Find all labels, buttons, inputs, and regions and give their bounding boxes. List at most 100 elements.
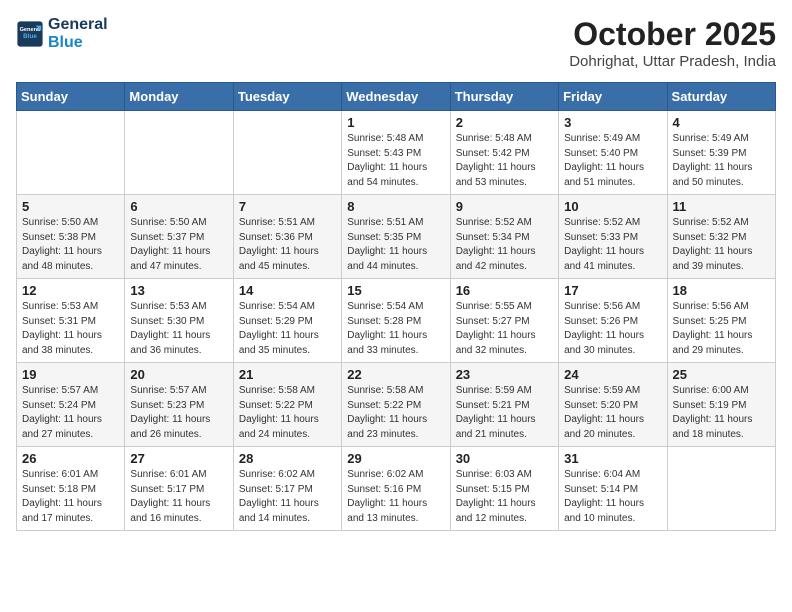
- day-info: Sunrise: 5:57 AM Sunset: 5:23 PM Dayligh…: [130, 384, 227, 442]
- calendar-week-4: 19 Sunrise: 5:57 AM Sunset: 5:24 PM Dayli…: [17, 363, 776, 447]
- calendar-cell: 16Sunrise: 5:55 AM Sunset: 5:27 PM Dayli…: [450, 279, 558, 363]
- weekday-header-friday: Friday: [559, 83, 667, 111]
- calendar-cell: 7Sunrise: 5:51 AM Sunset: 5:36 PM Daylig…: [233, 195, 341, 279]
- day-info: Sunrise: 5:52 AM Sunset: 5:34 PM Dayligh…: [456, 216, 553, 274]
- day-number: 1: [347, 115, 444, 130]
- calendar-cell: 14 Sunrise: 5:54 AM Sunset: 5:29 PM Dayli…: [233, 279, 341, 363]
- day-number: 16: [456, 283, 553, 298]
- day-number: 23: [456, 367, 553, 382]
- calendar-cell: 24Sunrise: 5:59 AM Sunset: 5:20 PM Dayli…: [559, 363, 667, 447]
- calendar-table: SundayMondayTuesdayWednesdayThursdayFrid…: [16, 82, 776, 531]
- day-info: Sunrise: 5:53 AM Sunset: 5:31 PM Dayligh…: [22, 300, 119, 358]
- day-number: 14: [239, 283, 336, 298]
- day-number: 19: [22, 367, 119, 382]
- day-number: 30: [456, 451, 553, 466]
- day-info: Sunrise: 5:58 AM Sunset: 5:22 PM Dayligh…: [347, 384, 444, 442]
- day-info: Sunrise: 5:48 AM Sunset: 5:42 PM Dayligh…: [456, 132, 553, 190]
- weekday-header-monday: Monday: [125, 83, 233, 111]
- weekday-header-tuesday: Tuesday: [233, 83, 341, 111]
- day-number: 11: [673, 199, 770, 214]
- day-info: Sunrise: 5:58 AM Sunset: 5:22 PM Dayligh…: [239, 384, 336, 442]
- calendar-cell: 18 Sunrise: 5:56 AM Sunset: 5:25 PM Dayli…: [667, 279, 775, 363]
- day-info: Sunrise: 6:03 AM Sunset: 5:15 PM Dayligh…: [456, 468, 553, 526]
- calendar-cell: 6 Sunrise: 5:50 AM Sunset: 5:37 PM Daylig…: [125, 195, 233, 279]
- day-info: Sunrise: 5:56 AM Sunset: 5:25 PM Dayligh…: [673, 300, 770, 358]
- day-info: Sunrise: 5:49 AM Sunset: 5:40 PM Dayligh…: [564, 132, 661, 190]
- calendar-cell: 17 Sunrise: 5:56 AM Sunset: 5:26 PM Dayli…: [559, 279, 667, 363]
- location-subtitle: Dohrighat, Uttar Pradesh, India: [569, 53, 776, 70]
- day-number: 15: [347, 283, 444, 298]
- logo-text-line2: Blue: [48, 34, 108, 52]
- calendar-cell: 23 Sunrise: 5:59 AM Sunset: 5:21 PM Dayli…: [450, 363, 558, 447]
- calendar-cell: 5Sunrise: 5:50 AM Sunset: 5:38 PM Daylig…: [17, 195, 125, 279]
- calendar-cell: 10Sunrise: 5:52 AM Sunset: 5:33 PM Dayli…: [559, 195, 667, 279]
- day-info: Sunrise: 5:52 AM Sunset: 5:33 PM Dayligh…: [564, 216, 661, 274]
- day-info: Sunrise: 6:02 AM Sunset: 5:17 PM Dayligh…: [239, 468, 336, 526]
- day-info: Sunrise: 6:00 AM Sunset: 5:19 PM Dayligh…: [673, 384, 770, 442]
- calendar-cell: [125, 111, 233, 195]
- weekday-header-thursday: Thursday: [450, 83, 558, 111]
- day-number: 17: [564, 283, 661, 298]
- day-info: Sunrise: 5:50 AM Sunset: 5:37 PM Dayligh…: [130, 216, 227, 274]
- day-number: 24: [564, 367, 661, 382]
- day-info: Sunrise: 6:02 AM Sunset: 5:16 PM Dayligh…: [347, 468, 444, 526]
- day-number: 22: [347, 367, 444, 382]
- day-number: 13: [130, 283, 227, 298]
- calendar-cell: 19 Sunrise: 5:57 AM Sunset: 5:24 PM Dayli…: [17, 363, 125, 447]
- svg-text:General: General: [20, 27, 41, 33]
- weekday-header-saturday: Saturday: [667, 83, 775, 111]
- calendar-week-2: 5Sunrise: 5:50 AM Sunset: 5:38 PM Daylig…: [17, 195, 776, 279]
- calendar-cell: [233, 111, 341, 195]
- calendar-cell: 29 Sunrise: 6:02 AM Sunset: 5:16 PM Dayli…: [342, 447, 450, 531]
- logo-text-line1: General: [48, 16, 108, 34]
- calendar-cell: [667, 447, 775, 531]
- calendar-cell: 20 Sunrise: 5:57 AM Sunset: 5:23 PM Dayli…: [125, 363, 233, 447]
- calendar-cell: 1 Sunrise: 5:48 AM Sunset: 5:43 PM Daylig…: [342, 111, 450, 195]
- calendar-cell: 8Sunrise: 5:51 AM Sunset: 5:35 PM Daylig…: [342, 195, 450, 279]
- svg-text:Blue: Blue: [23, 33, 37, 40]
- month-title: October 2025: [569, 16, 776, 53]
- day-info: Sunrise: 5:52 AM Sunset: 5:32 PM Dayligh…: [673, 216, 770, 274]
- day-number: 28: [239, 451, 336, 466]
- calendar-cell: 27Sunrise: 6:01 AM Sunset: 5:17 PM Dayli…: [125, 447, 233, 531]
- calendar-cell: 2Sunrise: 5:48 AM Sunset: 5:42 PM Daylig…: [450, 111, 558, 195]
- calendar-cell: 25 Sunrise: 6:00 AM Sunset: 5:19 PM Dayli…: [667, 363, 775, 447]
- day-info: Sunrise: 5:48 AM Sunset: 5:43 PM Dayligh…: [347, 132, 444, 190]
- day-number: 4: [673, 115, 770, 130]
- day-number: 20: [130, 367, 227, 382]
- day-info: Sunrise: 5:51 AM Sunset: 5:35 PM Dayligh…: [347, 216, 444, 274]
- day-info: Sunrise: 5:49 AM Sunset: 5:39 PM Dayligh…: [673, 132, 770, 190]
- weekday-header-wednesday: Wednesday: [342, 83, 450, 111]
- calendar-cell: 22 Sunrise: 5:58 AM Sunset: 5:22 PM Dayli…: [342, 363, 450, 447]
- calendar-cell: 13 Sunrise: 5:53 AM Sunset: 5:30 PM Dayli…: [125, 279, 233, 363]
- day-number: 26: [22, 451, 119, 466]
- calendar-cell: 21 Sunrise: 5:58 AM Sunset: 5:22 PM Dayli…: [233, 363, 341, 447]
- day-info: Sunrise: 5:54 AM Sunset: 5:29 PM Dayligh…: [239, 300, 336, 358]
- calendar-cell: [17, 111, 125, 195]
- day-info: Sunrise: 6:04 AM Sunset: 5:14 PM Dayligh…: [564, 468, 661, 526]
- logo: General Blue General Blue: [16, 16, 108, 51]
- day-number: 21: [239, 367, 336, 382]
- calendar-cell: 12 Sunrise: 5:53 AM Sunset: 5:31 PM Dayli…: [17, 279, 125, 363]
- day-number: 25: [673, 367, 770, 382]
- day-info: Sunrise: 5:53 AM Sunset: 5:30 PM Dayligh…: [130, 300, 227, 358]
- day-number: 29: [347, 451, 444, 466]
- day-number: 31: [564, 451, 661, 466]
- day-number: 5: [22, 199, 119, 214]
- day-info: Sunrise: 6:01 AM Sunset: 5:17 PM Dayligh…: [130, 468, 227, 526]
- day-info: Sunrise: 5:56 AM Sunset: 5:26 PM Dayligh…: [564, 300, 661, 358]
- calendar-cell: 3 Sunrise: 5:49 AM Sunset: 5:40 PM Daylig…: [559, 111, 667, 195]
- day-info: Sunrise: 5:59 AM Sunset: 5:21 PM Dayligh…: [456, 384, 553, 442]
- calendar-cell: 26 Sunrise: 6:01 AM Sunset: 5:18 PM Dayli…: [17, 447, 125, 531]
- day-number: 3: [564, 115, 661, 130]
- day-number: 6: [130, 199, 227, 214]
- day-number: 12: [22, 283, 119, 298]
- day-number: 18: [673, 283, 770, 298]
- day-info: Sunrise: 6:01 AM Sunset: 5:18 PM Dayligh…: [22, 468, 119, 526]
- calendar-cell: 31 Sunrise: 6:04 AM Sunset: 5:14 PM Dayli…: [559, 447, 667, 531]
- calendar-cell: 15Sunrise: 5:54 AM Sunset: 5:28 PM Dayli…: [342, 279, 450, 363]
- weekday-header-sunday: Sunday: [17, 83, 125, 111]
- title-area: October 2025 Dohrighat, Uttar Pradesh, I…: [569, 16, 776, 70]
- day-info: Sunrise: 5:57 AM Sunset: 5:24 PM Dayligh…: [22, 384, 119, 442]
- calendar-cell: 4 Sunrise: 5:49 AM Sunset: 5:39 PM Daylig…: [667, 111, 775, 195]
